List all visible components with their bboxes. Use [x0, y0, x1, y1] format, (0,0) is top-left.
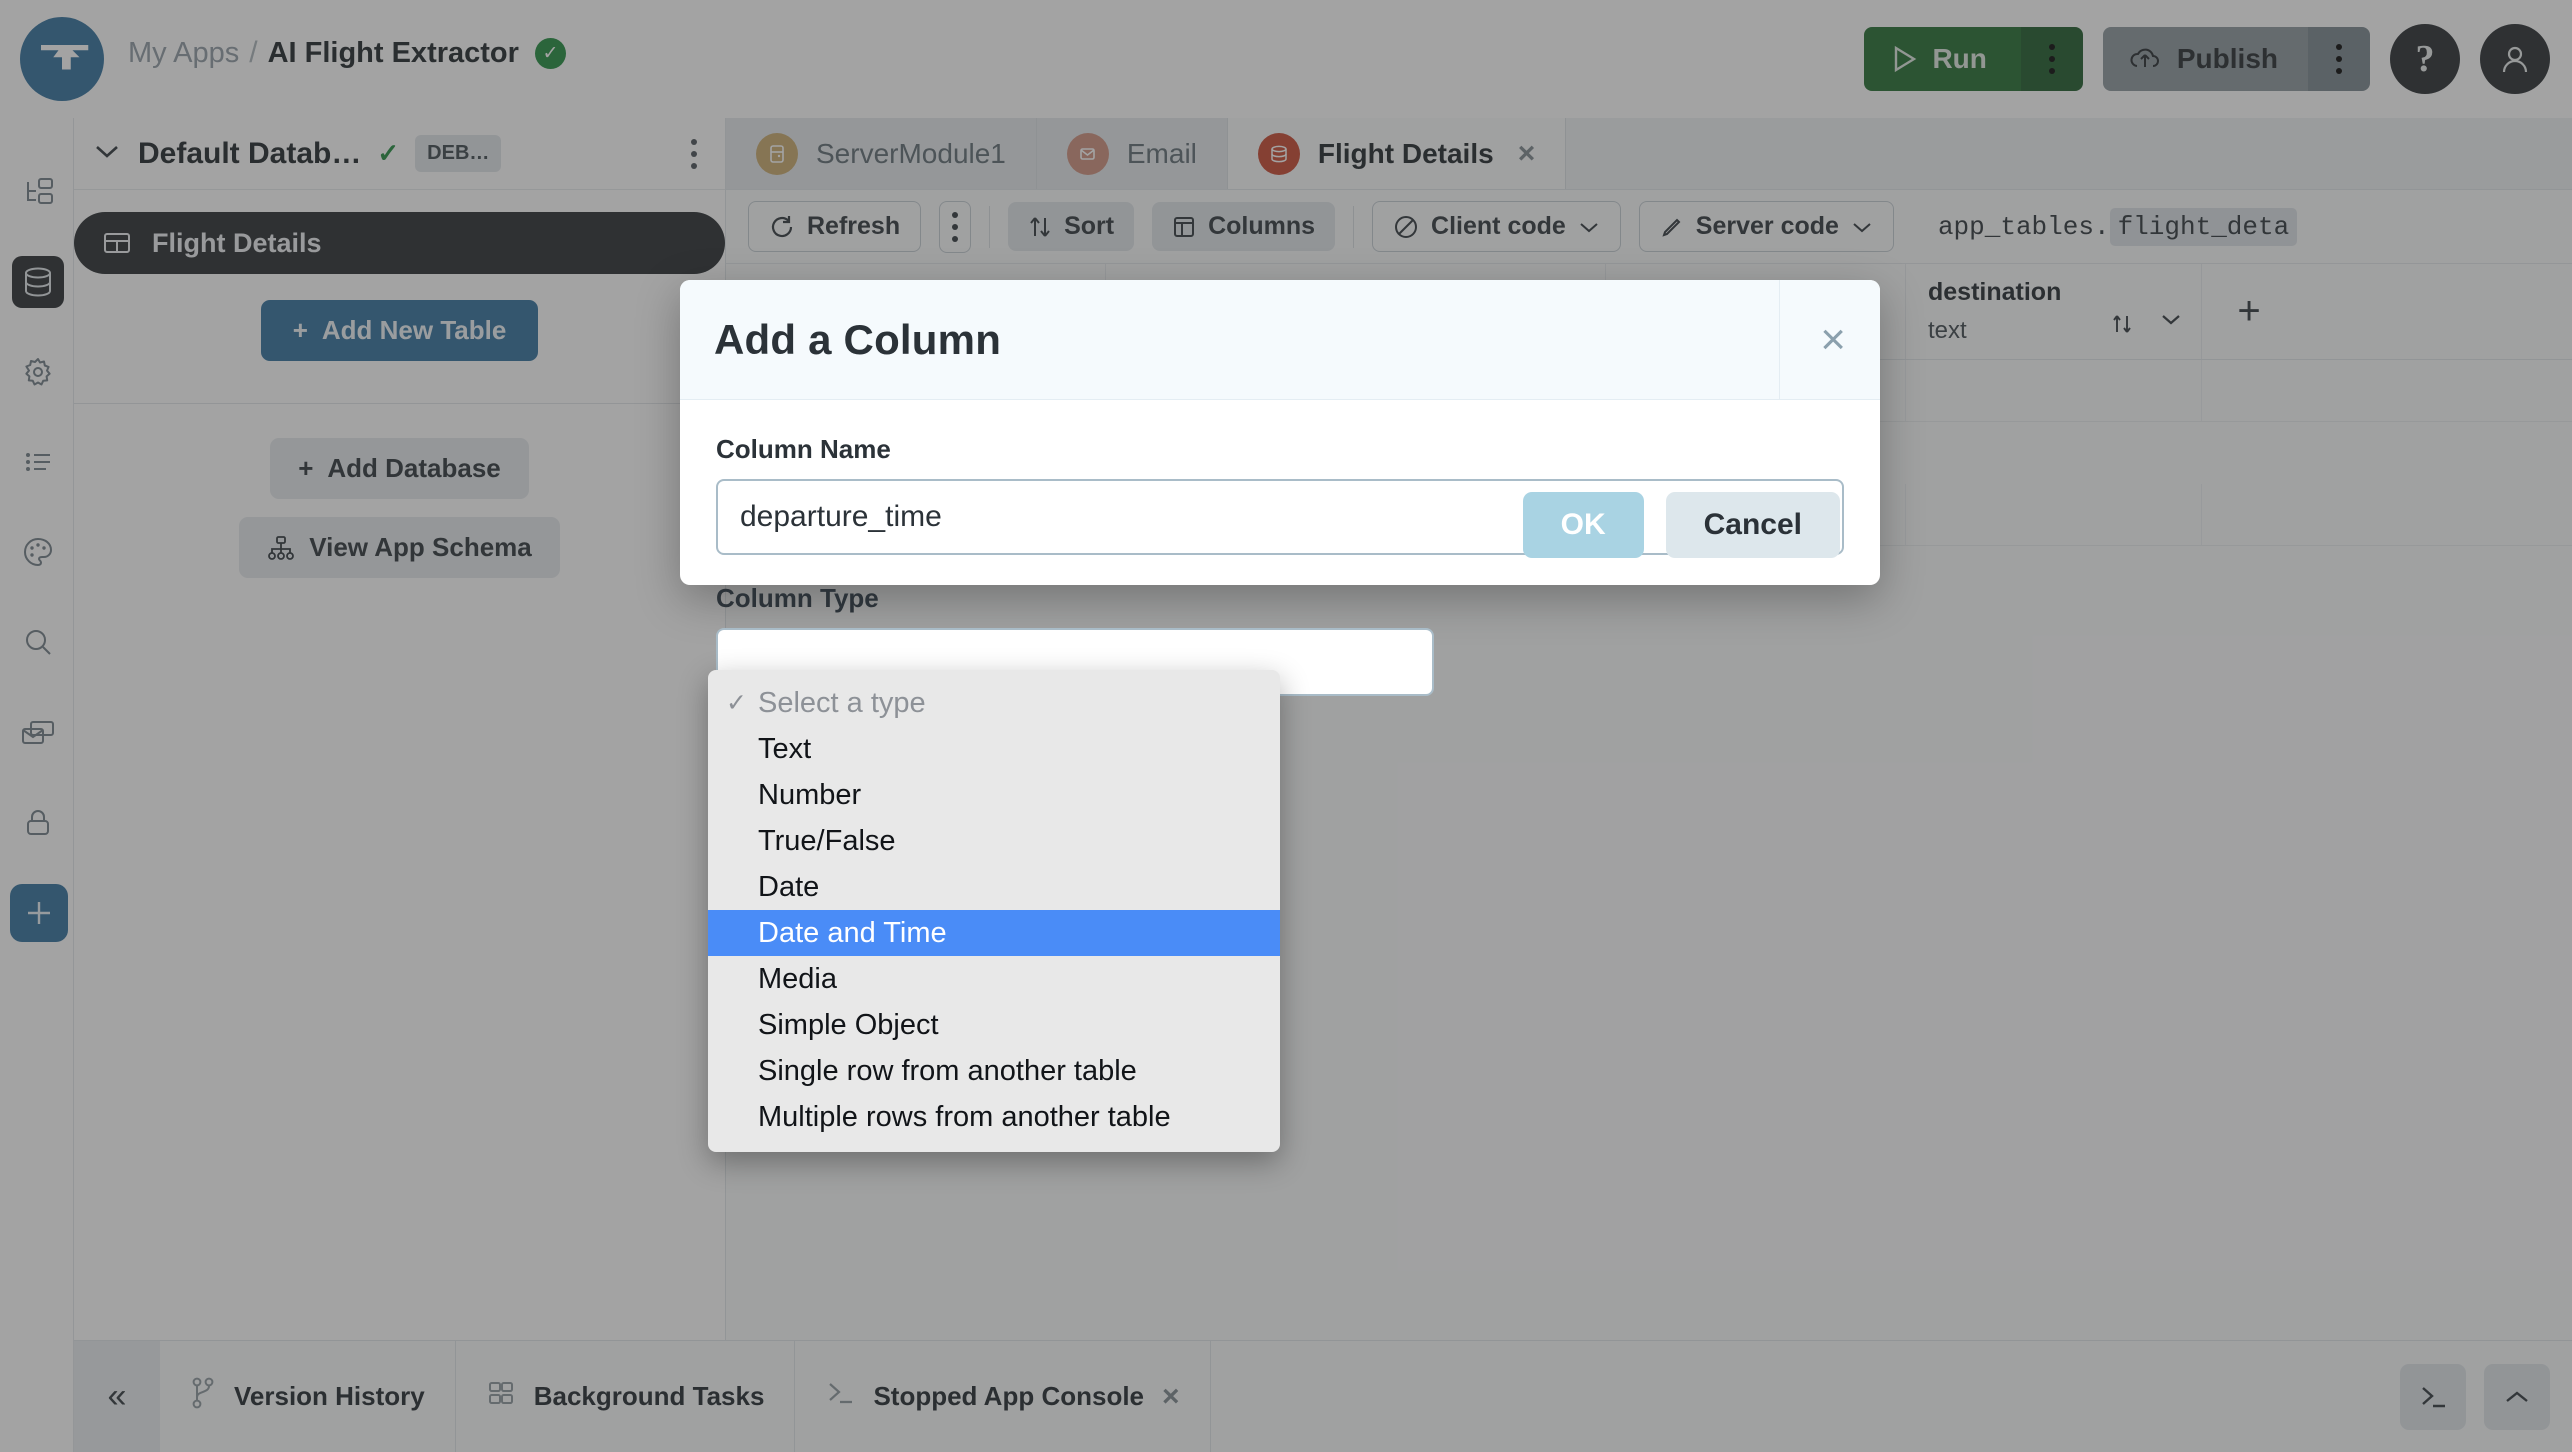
- modal-header: Add a Column ×: [680, 279, 1880, 400]
- dropdown-option-label: Number: [758, 778, 862, 811]
- dropdown-option-multiple-rows-from-another-table[interactable]: Multiple rows from another table: [708, 1094, 1280, 1140]
- dropdown-option-simple-object[interactable]: Simple Object: [708, 1002, 1280, 1048]
- modal-footer: OK Cancel: [680, 465, 1880, 585]
- modal-title: Add a Column: [714, 315, 1002, 363]
- dropdown-option-label: True/False: [758, 824, 896, 857]
- column-type-label: Column Type: [716, 583, 879, 613]
- dropdown-option-label: Single row from another table: [758, 1054, 1137, 1087]
- dropdown-option-label: Text: [758, 732, 812, 765]
- dropdown-option-true-false[interactable]: True/False: [708, 818, 1280, 864]
- column-type-dropdown[interactable]: ✓ Select a type Text Number True/False D…: [708, 670, 1280, 1152]
- check-icon: ✓: [726, 689, 747, 717]
- dropdown-option-date[interactable]: Date: [708, 864, 1280, 910]
- dropdown-option-text[interactable]: Text: [708, 726, 1280, 772]
- dropdown-option-label: Date and Time: [758, 916, 947, 949]
- modal-overlay[interactable]: [0, 0, 2572, 1452]
- dropdown-option-label: Date: [758, 870, 820, 903]
- close-icon[interactable]: ×: [1779, 279, 1846, 400]
- add-column-modal: Add a Column × Column Name departure_tim…: [680, 279, 1880, 696]
- dropdown-option-media[interactable]: Media: [708, 956, 1280, 1002]
- cancel-button[interactable]: Cancel: [1665, 492, 1840, 558]
- dropdown-option-label: Simple Object: [758, 1008, 939, 1041]
- column-name-label: Column Name: [716, 434, 891, 464]
- dropdown-option-label: Media: [758, 962, 837, 995]
- dropdown-option-select-a-type[interactable]: ✓ Select a type: [708, 680, 1280, 726]
- dropdown-option-single-row-from-another-table[interactable]: Single row from another table: [708, 1048, 1280, 1094]
- dropdown-option-number[interactable]: Number: [708, 772, 1280, 818]
- ok-button[interactable]: OK: [1522, 492, 1644, 558]
- dropdown-option-label: Multiple rows from another table: [758, 1100, 1171, 1133]
- dropdown-option-label: Select a type: [758, 686, 926, 719]
- app-root: My Apps / AI Flight Extractor ✓ Run Publ…: [0, 0, 2572, 1452]
- dropdown-option-date-and-time[interactable]: Date and Time: [708, 910, 1280, 956]
